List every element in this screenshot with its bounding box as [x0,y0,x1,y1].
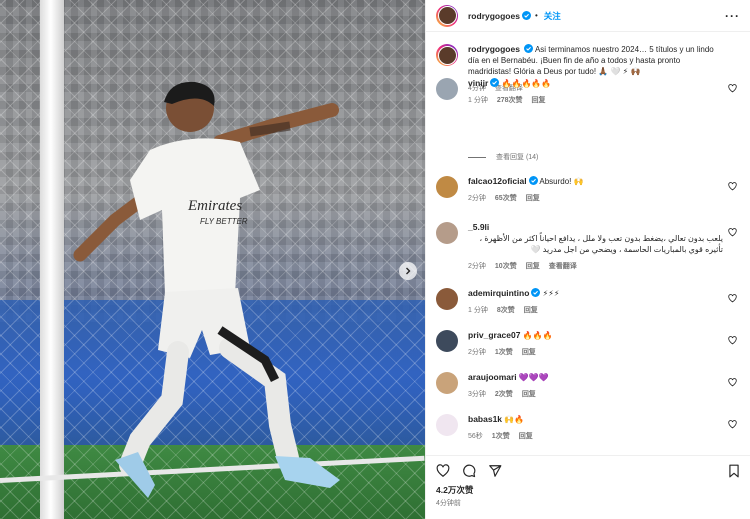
comment-text: 🔥🔥🔥 [522,331,553,340]
comment-like-count[interactable]: 1次赞 [492,431,510,442]
chevron-right-icon [406,267,411,275]
verified-badge-icon [528,176,538,185]
comment-meta: 1 分钟 8次赞 回复 [468,305,723,316]
comment-like-heart-icon[interactable] [728,294,737,303]
author-avatar-caption[interactable] [436,44,458,66]
comment-like-count[interactable]: 2次赞 [495,389,513,400]
comment-time: 3分钟 [468,391,486,398]
next-image-button[interactable] [399,262,417,280]
comment-like-heart-icon[interactable] [728,84,737,93]
comment-username[interactable]: falcao12oficial [468,176,527,186]
commenter-avatar[interactable] [436,78,458,100]
comment-like-count[interactable]: 8次赞 [497,305,515,316]
commenter-avatar[interactable] [436,288,458,310]
post-timestamp: 4分钟前 [436,500,461,507]
commenter-avatar[interactable] [436,176,458,198]
comment-item: vinijr 🔥🔥🔥🔥🔥 1 分钟 278次赞 回复 [436,78,741,106]
comment-username[interactable]: ademirquintino [468,288,529,298]
reply-button[interactable]: 回复 [522,389,536,400]
comment-item: araujoomari 💜💜💜 3分钟 2次赞 回复 [436,372,741,400]
comment-username[interactable]: vinijr [468,78,488,88]
like-count[interactable]: 4.2万次赞 [436,484,473,496]
comment-time: 56秒 [468,433,483,440]
commenter-avatar[interactable] [436,222,458,244]
post-photo[interactable]: Emirates FLY BETTER [0,0,425,519]
reply-button[interactable]: 回复 [519,431,533,442]
reply-button[interactable]: 回复 [526,261,540,272]
comment-text: 🙌🔥 [504,415,525,424]
comments-list: rodrygogoes Asi terminamos nuestro 2024…… [426,38,750,450]
comment-time: 2分钟 [468,195,486,202]
svg-text:FLY BETTER: FLY BETTER [200,217,248,226]
comment-item: falcao12oficial Absurdo! 🙌 2分钟 65次赞 回复 [436,176,741,204]
reply-button[interactable]: 回复 [522,347,536,358]
comment-meta: 1 分钟 278次赞 回复 [468,95,723,106]
separator-dot: • [534,11,538,20]
comment-username[interactable]: _5.9li [468,222,489,232]
like-heart-icon[interactable] [436,464,450,478]
comment-meta: 2分钟 10次赞 回复 查看翻译 [468,261,723,272]
comment-text: 🔥🔥🔥🔥🔥 [501,79,552,88]
caption-username[interactable]: rodrygogoes [468,44,520,54]
comment-like-count[interactable]: 10次赞 [495,261,517,272]
reply-button[interactable]: 回复 [532,95,546,106]
comment-time: 1 分钟 [468,97,488,104]
comment-like-count[interactable]: 278次赞 [497,95,523,106]
share-icon[interactable] [488,464,502,478]
comment-time: 1 分钟 [468,307,488,314]
see-translation-link[interactable]: 查看翻译 [549,261,577,272]
svg-text:Emirates: Emirates [187,198,242,214]
post-header: rodrygogoes • 关注 ··· [426,0,750,32]
comment-icon[interactable] [462,464,476,478]
comment-text: يلعب بدون تعالي ،يضغط بدون تعب ولا ملل ،… [479,234,723,254]
action-bar [426,455,750,478]
comment-like-heart-icon[interactable] [728,336,737,345]
save-bookmark-icon[interactable] [727,464,741,478]
comment-item: babas1k 🙌🔥 56秒 1次赞 回复 [436,414,741,442]
comment-like-heart-icon[interactable] [728,182,737,191]
view-replies-link[interactable]: 查看回复 (14) [468,152,538,162]
comment-like-count[interactable]: 65次赞 [495,193,517,204]
comment-like-heart-icon[interactable] [728,378,737,387]
comment-text: Absurdo! 🙌 [539,177,584,186]
more-options-icon[interactable]: ··· [725,9,740,23]
comment-text: 💜💜💜 [518,373,549,382]
comment-text: ⚡⚡⚡ [542,289,560,298]
comment-meta: 3分钟 2次赞 回复 [468,389,723,400]
comment-meta: 56秒 1次赞 回复 [468,431,723,442]
comment-meta: 2分钟 65次赞 回复 [468,193,723,204]
comment-time: 2分钟 [468,263,486,270]
follow-button[interactable]: 关注 [544,10,561,22]
comment-item: _5.9li يلعب بدون تعالي ،يضغط بدون تعب ول… [436,222,741,272]
comment-username[interactable]: priv_grace07 [468,330,520,340]
reply-button[interactable]: 回复 [524,305,538,316]
verified-badge-icon [490,78,500,87]
commenter-avatar[interactable] [436,330,458,352]
post-details-panel: rodrygogoes • 关注 ··· rodrygogoes Asi ter… [425,0,750,519]
verified-badge-icon [521,11,531,20]
verified-badge-icon [531,288,541,297]
verified-badge-icon [524,44,534,53]
comment-time: 2分钟 [468,349,486,356]
comment-item: ademirquintino ⚡⚡⚡ 1 分钟 8次赞 回复 [436,288,741,316]
commenter-avatar[interactable] [436,414,458,436]
player-figure: Emirates FLY BETTER [73,81,340,498]
comment-username[interactable]: babas1k [468,414,502,424]
comment-item: priv_grace07 🔥🔥🔥 2分钟 1次赞 回复 [436,330,741,358]
comment-username[interactable]: araujoomari [468,372,517,382]
comment-meta: 2分钟 1次赞 回复 [468,347,723,358]
commenter-avatar[interactable] [436,372,458,394]
comment-like-heart-icon[interactable] [728,228,737,237]
comment-like-count[interactable]: 1次赞 [495,347,513,358]
reply-button[interactable]: 回复 [526,193,540,204]
author-avatar[interactable] [436,4,458,27]
comment-like-heart-icon[interactable] [728,420,737,429]
author-username[interactable]: rodrygogoes [468,11,520,21]
